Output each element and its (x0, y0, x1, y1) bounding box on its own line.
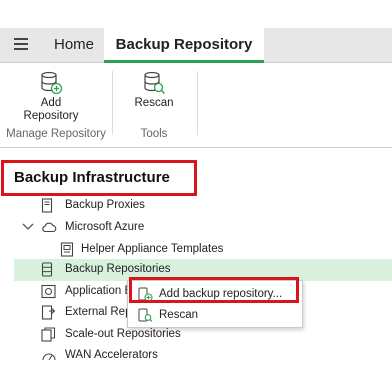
tree-item-label: Backup Repositories (65, 263, 171, 275)
add-repository-icon (41, 71, 63, 95)
menu-item-label: Rescan (159, 309, 198, 321)
menu-item-highlight-box (129, 277, 299, 303)
database-icon (41, 262, 53, 277)
ribbon-separator (197, 71, 198, 135)
ribbon-panel: Add Repository Rescan Manage Repository … (0, 63, 392, 148)
tree-item-label: WAN Accelerators (65, 349, 158, 361)
tree-item-backup-proxies[interactable]: Backup Proxies (0, 195, 392, 217)
ribbon-tab-bar: Home Backup Repository (0, 28, 392, 63)
chevron-down-icon[interactable] (22, 223, 34, 231)
tree-item-wan-accelerators[interactable]: WAN Accelerators (0, 345, 392, 367)
tree-item-microsoft-azure[interactable]: Microsoft Azure (0, 217, 392, 239)
window-top-strip (0, 0, 392, 28)
tree-item-helper-appliance-templates[interactable]: Helper Appliance Templates (0, 239, 392, 261)
rescan-icon (138, 308, 153, 322)
tab-home[interactable]: Home (54, 28, 94, 62)
menu-item-rescan[interactable]: Rescan (128, 305, 302, 325)
template-icon (60, 242, 74, 257)
wan-accelerator-icon (42, 353, 56, 361)
add-repository-button[interactable]: Add Repository (18, 71, 84, 123)
tree-item-label: Scale-out Repositories (65, 328, 181, 340)
ribbon-separator (112, 71, 113, 135)
rescan-label: Rescan (134, 97, 174, 109)
group-label-manage-repository: Manage Repository (6, 128, 106, 140)
group-label-tools: Tools (140, 128, 168, 140)
rescan-icon (144, 71, 166, 95)
tree-item-label: Application B (65, 285, 133, 297)
add-repository-label-1: Add (40, 97, 62, 109)
tree-item-label: Helper Appliance Templates (81, 243, 224, 255)
cloud-icon (42, 222, 57, 233)
tab-backup-repository[interactable]: Backup Repository (104, 28, 264, 63)
add-repository-label-2: Repository (23, 110, 79, 122)
scale-out-repository-icon (41, 327, 55, 342)
tree-item-label: Microsoft Azure (65, 221, 145, 233)
main-menu-icon[interactable] (14, 38, 28, 50)
application-icon (41, 284, 56, 299)
rescan-button[interactable]: Rescan (126, 71, 182, 110)
tree-item-label: Backup Proxies (65, 199, 145, 211)
external-repository-icon (41, 305, 56, 320)
heading-highlight-box (1, 160, 197, 196)
server-icon (41, 198, 53, 213)
